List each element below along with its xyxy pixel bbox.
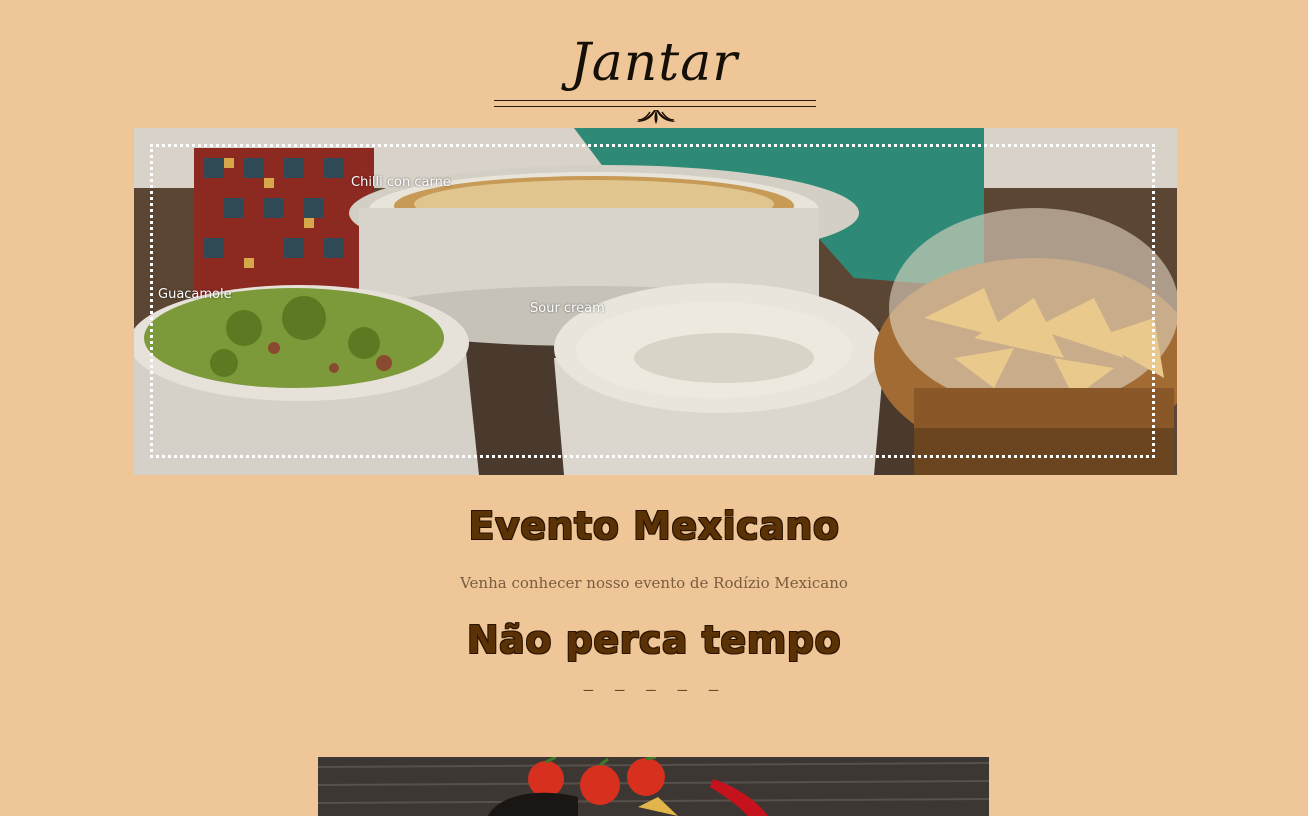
event-subtitle: Venha conhecer nosso evento de Rodízio M… xyxy=(460,574,848,592)
cta-title: Não perca tempo xyxy=(466,618,842,662)
logo-divider-bottom xyxy=(494,106,816,107)
hero-image: Chilli con carne Guacamole Sour cream xyxy=(134,128,1177,475)
secondary-food-image xyxy=(318,757,989,816)
site-header: Jantar xyxy=(0,0,1308,128)
label-chilli: Chilli con carne xyxy=(351,175,451,190)
event-title: Evento Mexicano xyxy=(468,504,840,548)
secondary-food-illustration xyxy=(318,757,989,816)
ornament-icon xyxy=(636,110,676,124)
label-guacamole: Guacamole xyxy=(158,287,232,302)
logo-divider-top xyxy=(494,100,816,101)
hero-dotted-frame xyxy=(150,144,1155,458)
label-sour-cream: Sour cream xyxy=(530,301,605,316)
logo-text: Jantar xyxy=(569,33,739,93)
decorative-dashes: – – – – – xyxy=(583,680,725,699)
